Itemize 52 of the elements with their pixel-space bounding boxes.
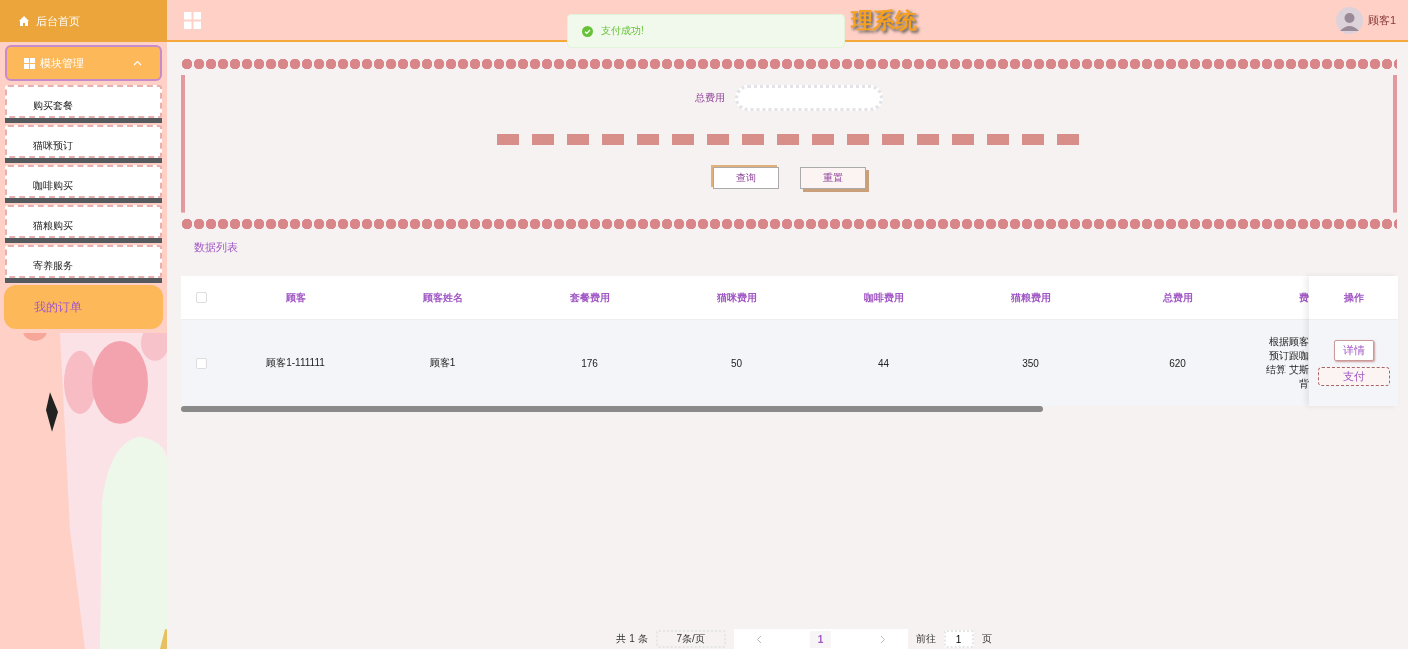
pay-button[interactable]: 支付 — [1317, 367, 1390, 386]
grid-menu-icon[interactable] — [184, 11, 201, 29]
field-label: 总费用 — [695, 91, 725, 105]
column-header: 咖啡费用 — [863, 290, 904, 305]
column-header: 总费用 — [1162, 290, 1193, 305]
details-button[interactable]: 详情 — [1333, 340, 1374, 361]
next-page-icon[interactable] — [879, 634, 886, 644]
row-checkbox[interactable] — [196, 357, 207, 369]
submenu-item[interactable]: 猫咪预订 — [5, 125, 162, 158]
avatar-icon[interactable] — [1335, 6, 1363, 34]
column-header: 费 — [1299, 290, 1309, 305]
column-header: 操作 — [1343, 290, 1364, 305]
table-cell: 620 — [1169, 357, 1186, 369]
select-all-checkbox[interactable] — [196, 292, 207, 303]
check-icon — [582, 25, 593, 37]
page-suffix: 页 — [981, 632, 992, 646]
table-cell: 顾客1 — [429, 356, 456, 370]
user-name[interactable]: 顾客1 — [1367, 12, 1396, 28]
submenu-item[interactable]: 猫粮购买 — [5, 205, 162, 238]
table-cell: 50 — [730, 357, 743, 369]
table-cell: 顾客1-111111 — [266, 356, 325, 370]
table-cell: 根据顾客 — [1269, 335, 1309, 349]
search-button[interactable]: 查询 — [712, 167, 779, 189]
app-title: 理系统 — [851, 7, 917, 35]
column-header: 顾客姓名 — [422, 290, 463, 305]
goto-label: 前往 — [915, 632, 936, 646]
total-fee-field[interactable] — [735, 85, 883, 111]
submenu-item[interactable]: 购买套餐 — [5, 85, 162, 118]
toast-message: 支付成功! — [567, 14, 845, 48]
caret-icon — [133, 60, 142, 66]
prev-page-icon[interactable] — [755, 634, 762, 644]
page-number[interactable]: 1 — [809, 630, 832, 648]
table-cell: 结算 艾斯 — [1266, 363, 1309, 377]
column-header: 顾客 — [285, 290, 306, 305]
table-cell: 预订跟咖 — [1269, 349, 1309, 363]
submenu-item[interactable]: 寄养服务 — [5, 245, 162, 278]
grid-icon — [24, 57, 35, 69]
table-cell: 176 — [581, 357, 598, 369]
home-icon — [18, 15, 30, 27]
table-cell: 背 — [1299, 377, 1309, 391]
submenu-item[interactable]: 咖啡购买 — [5, 165, 162, 198]
section-title: 数据列表 — [194, 240, 238, 255]
scrollbar[interactable] — [181, 406, 1043, 412]
column-header: 猫粮费用 — [1010, 290, 1051, 305]
reset-button[interactable]: 重置 — [799, 167, 866, 189]
column-header: 猫咪费用 — [716, 290, 757, 305]
page-input[interactable]: 1 — [943, 630, 974, 648]
page-size-select[interactable]: 7条/页 — [655, 630, 726, 648]
table-cell: 44 — [877, 357, 890, 369]
table-cell: 350 — [1022, 357, 1039, 369]
column-header: 套餐费用 — [569, 290, 610, 305]
total-count: 共 1 条 — [616, 632, 648, 646]
